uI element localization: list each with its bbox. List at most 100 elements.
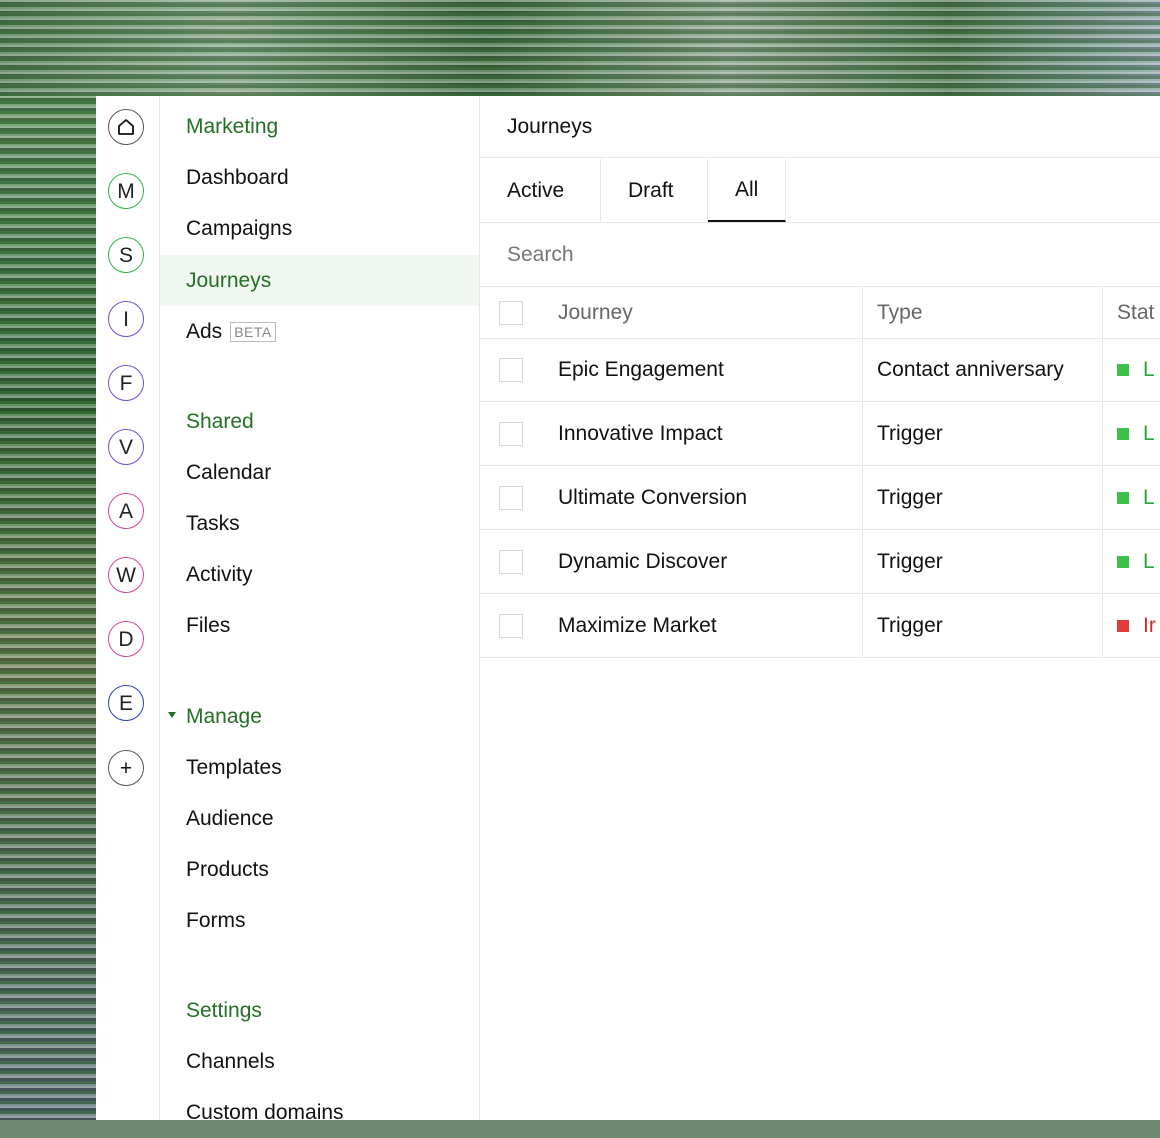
journey-name[interactable]: Innovative Impact — [558, 403, 858, 465]
tab-label: Active — [507, 178, 565, 202]
search-bar — [480, 223, 1160, 287]
background-photo-top — [0, 0, 1160, 96]
status-text: Ir — [1143, 614, 1156, 637]
workspace-rail: M S I F V A W D E + — [96, 96, 160, 1120]
row-checkbox[interactable] — [499, 486, 523, 510]
workspace-a-button[interactable]: A — [108, 493, 144, 529]
section-heading-label: Shared — [186, 409, 254, 433]
status-dot-icon — [1117, 620, 1129, 632]
sidebar-item-label: Templates — [186, 755, 282, 779]
sidebar-item-templates[interactable]: Templates — [160, 742, 479, 793]
row-checkbox[interactable] — [499, 422, 523, 446]
journey-type: Trigger — [862, 531, 1100, 593]
row-check-cell — [480, 403, 542, 465]
workspace-e-button[interactable]: E — [108, 685, 144, 721]
section-heading-shared: Shared — [160, 396, 479, 447]
home-glyph — [118, 119, 134, 135]
status-dot-icon — [1117, 364, 1129, 376]
row-check-cell — [480, 467, 542, 529]
sidebar-item-ads[interactable]: Ads BETA — [160, 306, 479, 357]
workspace-d-button[interactable]: D — [108, 621, 144, 657]
table-row[interactable]: Maximize Market Trigger Ir — [480, 595, 1160, 658]
section-heading-label: Manage — [186, 704, 262, 728]
sidebar: Marketing Dashboard Campaigns Journeys A… — [160, 96, 480, 1124]
row-checkbox[interactable] — [499, 614, 523, 638]
sidebar-item-products[interactable]: Products — [160, 844, 479, 895]
workspace-v-button[interactable]: V — [108, 429, 144, 465]
row-checkbox[interactable] — [499, 550, 523, 574]
sidebar-item-calendar[interactable]: Calendar — [160, 447, 479, 498]
sidebar-item-journeys[interactable]: Journeys — [160, 255, 479, 306]
status-text: L — [1143, 486, 1155, 509]
sidebar-item-audience[interactable]: Audience — [160, 793, 479, 844]
tab-label: All — [735, 177, 759, 201]
sidebar-item-label: Tasks — [186, 511, 240, 535]
beta-badge: BETA — [230, 321, 276, 342]
search-input[interactable] — [507, 241, 1107, 269]
journey-name[interactable]: Epic Engagement — [558, 339, 858, 401]
row-check-cell — [480, 595, 542, 657]
journey-status: L — [1102, 467, 1160, 529]
chevron-down-icon — [168, 712, 176, 718]
journey-name[interactable]: Ultimate Conversion — [558, 467, 858, 529]
page-title: Journeys — [480, 96, 1160, 158]
section-heading-marketing: Marketing — [160, 101, 479, 152]
table-row[interactable]: Epic Engagement Contact anniversary L — [480, 339, 1160, 402]
status-text: L — [1143, 550, 1155, 573]
tab-all[interactable]: All — [708, 159, 786, 222]
page-title-text: Journeys — [507, 114, 593, 138]
workspace-s-button[interactable]: S — [108, 237, 144, 273]
section-heading-settings: Settings — [160, 985, 479, 1036]
tab-label: Draft — [628, 178, 674, 202]
sidebar-item-files[interactable]: Files — [160, 600, 479, 651]
sidebar-item-label: Products — [186, 857, 269, 881]
workspace-m-label: M — [117, 179, 135, 203]
column-header-journey[interactable]: Journey — [558, 287, 858, 338]
row-check-cell — [480, 531, 542, 593]
row-checkbox[interactable] — [499, 358, 523, 382]
workspace-w-label: W — [116, 563, 136, 587]
table-row[interactable]: Dynamic Discover Trigger L — [480, 531, 1160, 594]
sidebar-item-activity[interactable]: Activity — [160, 549, 479, 600]
workspace-i-button[interactable]: I — [108, 301, 144, 337]
status-dot-icon — [1117, 428, 1129, 440]
sidebar-item-tasks[interactable]: Tasks — [160, 498, 479, 549]
tab-draft[interactable]: Draft — [601, 159, 708, 222]
table-row[interactable]: Ultimate Conversion Trigger L — [480, 467, 1160, 530]
background-photo-left — [0, 96, 96, 1120]
main-panel: Journeys Active Draft All Journey Type S… — [480, 96, 1160, 1120]
sidebar-item-dashboard[interactable]: Dashboard — [160, 152, 479, 203]
workspace-f-button[interactable]: F — [108, 365, 144, 401]
home-icon[interactable] — [108, 109, 144, 145]
journey-status: L — [1102, 403, 1160, 465]
sidebar-item-campaigns[interactable]: Campaigns — [160, 203, 479, 254]
workspace-m-button[interactable]: M — [108, 173, 144, 209]
workspace-w-button[interactable]: W — [108, 557, 144, 593]
journey-name[interactable]: Dynamic Discover — [558, 531, 858, 593]
tab-active[interactable]: Active — [480, 159, 601, 222]
sidebar-item-label: Files — [186, 613, 231, 637]
sidebar-item-label: Journeys — [186, 268, 272, 292]
column-header-status[interactable]: Stat — [1102, 287, 1160, 338]
table-header-row: Journey Type Stat — [480, 287, 1160, 339]
journey-status: L — [1102, 531, 1160, 593]
section-heading-manage[interactable]: Manage — [160, 691, 479, 742]
section-heading-label: Marketing — [186, 114, 279, 138]
sidebar-item-label: Ads — [186, 319, 223, 343]
select-all-cell — [480, 287, 542, 338]
journey-status: L — [1102, 339, 1160, 401]
sidebar-item-channels[interactable]: Channels — [160, 1036, 479, 1087]
row-check-cell — [480, 339, 542, 401]
column-header-type[interactable]: Type — [862, 287, 1100, 338]
journey-name[interactable]: Maximize Market — [558, 595, 858, 657]
sidebar-item-forms[interactable]: Forms — [160, 895, 479, 946]
sidebar-item-label: Dashboard — [186, 165, 289, 189]
journey-type: Trigger — [862, 403, 1100, 465]
add-workspace-button[interactable]: + — [108, 750, 144, 786]
workspace-d-label: D — [118, 627, 134, 651]
table-row[interactable]: Innovative Impact Trigger L — [480, 403, 1160, 466]
sidebar-item-label: Calendar — [186, 460, 272, 484]
workspace-f-label: F — [119, 371, 133, 395]
select-all-checkbox[interactable] — [499, 300, 523, 325]
sidebar-item-custom-domains[interactable]: Custom domains — [160, 1087, 479, 1138]
